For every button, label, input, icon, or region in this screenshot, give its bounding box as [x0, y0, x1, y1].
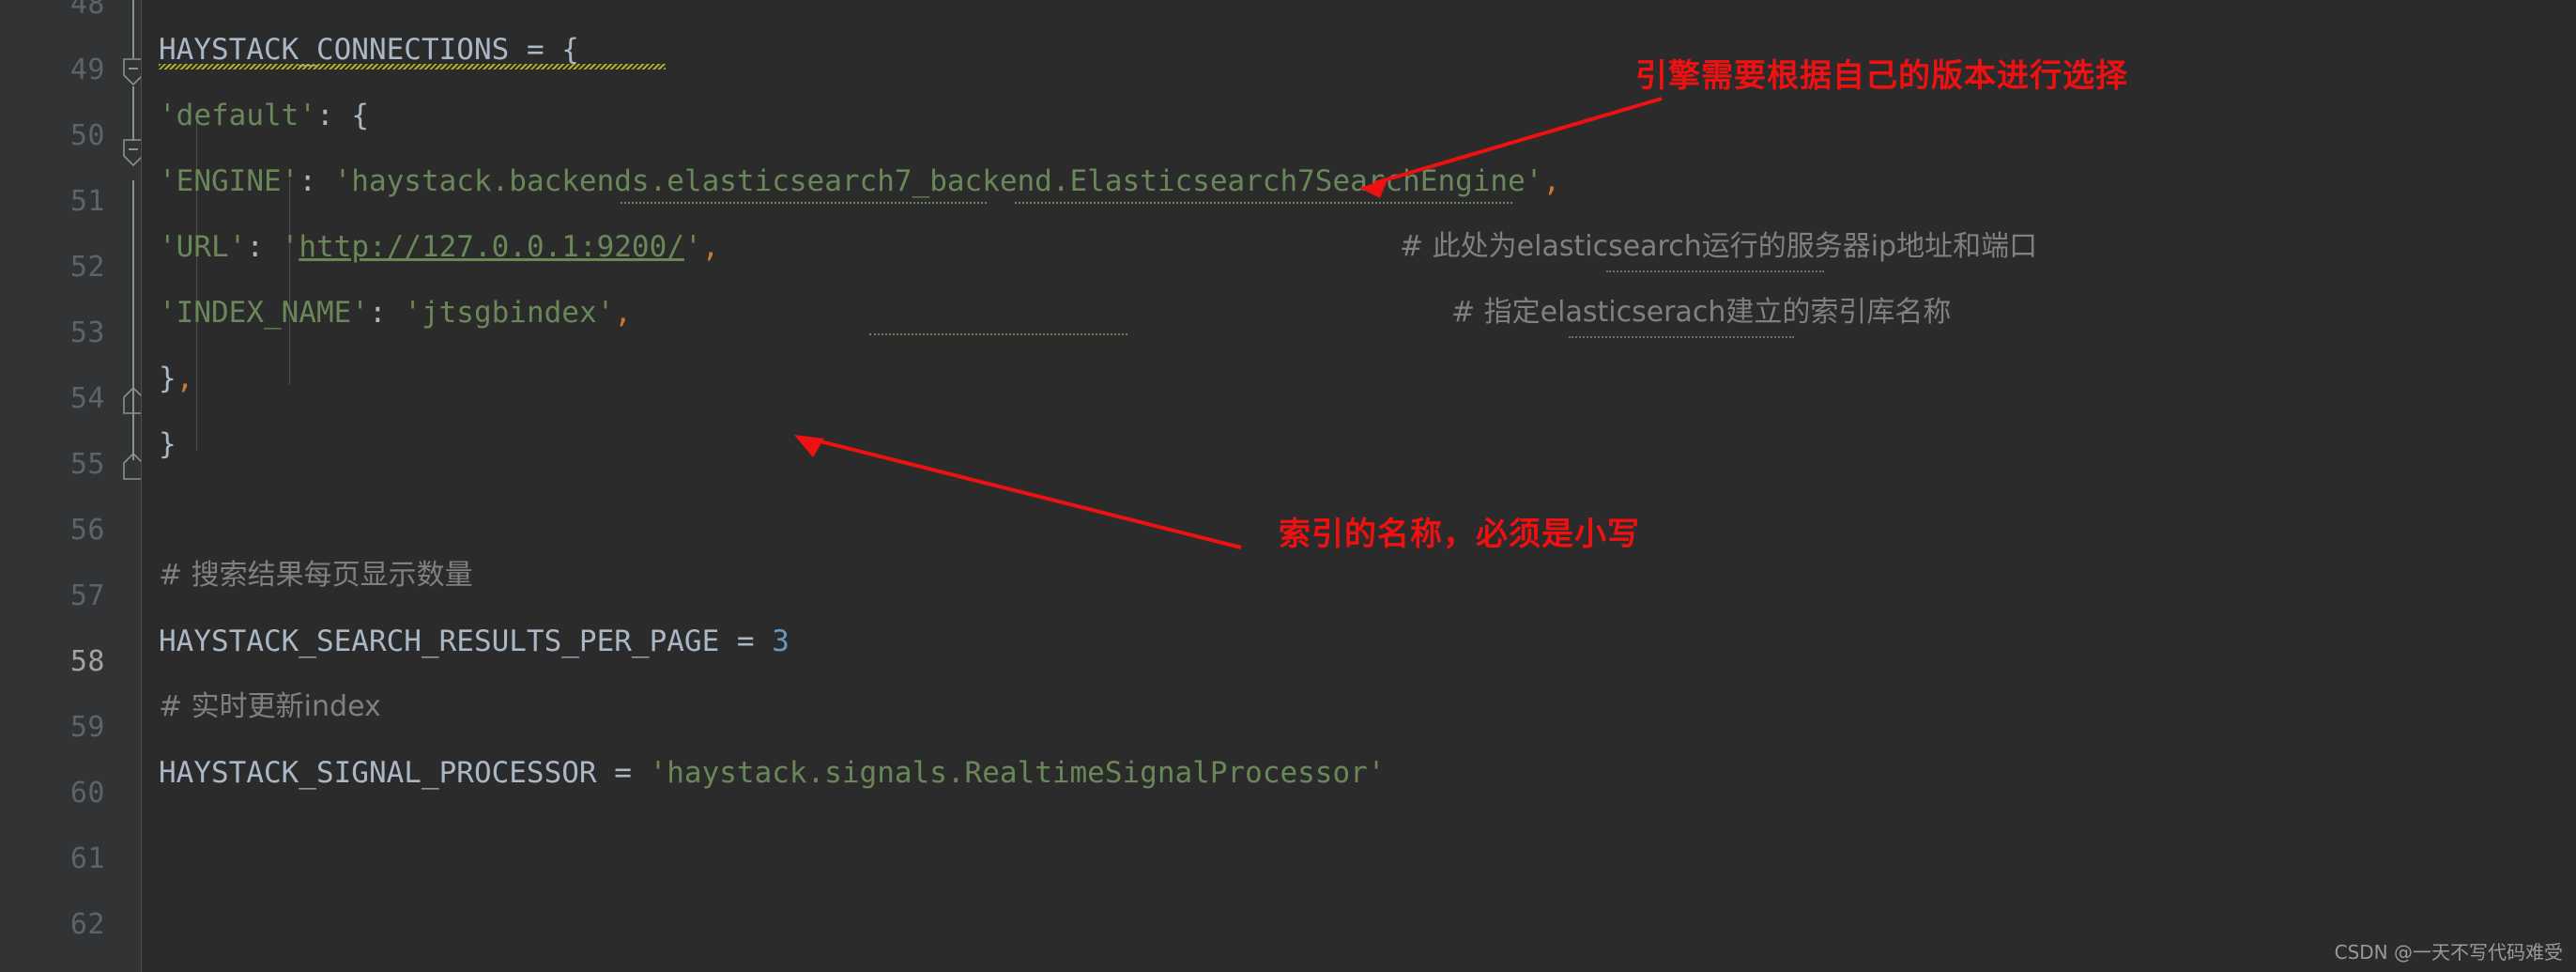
spellcheck-underline-line52 [1606, 268, 1824, 272]
annotation-engine-note: 引擎需要根据自己的版本进行选择 [1635, 57, 2128, 95]
csdn-watermark: CSDN @一天不写代码难受 [2334, 941, 2563, 964]
line-number-54: 54 [69, 382, 105, 415]
spellcheck-underline-line53 [869, 331, 1127, 335]
token-identifier-results-per-page: HAYSTACK_SEARCH_RESULTS_PER_PAGE [159, 625, 720, 658]
token-quote-open-53: ' [404, 296, 422, 330]
code-line-60: HAYSTACK_SIGNAL_PROCESSOR = 'haystack.si… [159, 740, 1385, 806]
token-identifier-haystack-connections: HAYSTACK_CONNECTIONS [159, 33, 510, 67]
token-comma-52: , [701, 230, 720, 264]
code-editor-screenshot: 48 49 50 51 52 53 54 55 56 57 58 59 60 6… [0, 0, 2576, 972]
annotation-index-note: 索引的名称，必须是小写 [1279, 516, 1640, 553]
line-number-56: 56 [69, 514, 105, 547]
token-quote-open-52: ' [281, 230, 299, 264]
code-line-59: # 实时更新index [159, 674, 381, 740]
fold-connector-top [132, 0, 134, 58]
token-quote-close-52: ' [683, 230, 702, 264]
line-number-51: 51 [69, 185, 105, 218]
comment-text-57: # 搜索结果每页显示数量 [159, 559, 473, 592]
token-colon-53: : [368, 296, 405, 330]
comment-text-59: # 实时更新index [159, 690, 381, 723]
code-line-53: 'INDEX_NAME': 'jtsgbindex', [159, 280, 632, 346]
annotation-arrow-index [794, 435, 1242, 549]
line-number-60: 60 [69, 777, 105, 810]
line-number-55: 55 [69, 448, 105, 481]
code-line-54: }, [159, 346, 193, 411]
code-line-57: # 搜索结果每页显示数量 [159, 543, 473, 609]
line-number-62: 62 [69, 908, 105, 941]
line-number-61: 61 [69, 842, 105, 875]
code-line-55: } [159, 411, 176, 477]
code-line-51: 'ENGINE': 'haystack.backends.elasticsear… [159, 148, 1560, 214]
token-colon-50: : [315, 99, 352, 132]
token-brace-open-50: { [351, 99, 369, 132]
spellcheck-underline-line51a [621, 199, 987, 204]
token-number-58: 3 [772, 625, 790, 658]
line-number-52: 52 [69, 251, 105, 284]
token-quote-close-53: ' [596, 296, 615, 330]
token-url-link[interactable]: http://127.0.0.1:9200/ [299, 230, 684, 264]
token-key-default: 'default' [159, 99, 316, 132]
code-line-49: HAYSTACK_CONNECTIONS = { [159, 17, 579, 83]
comment-text-52: # 此处为elasticsearch运行的服务器ip地址和端口 [1400, 230, 2038, 263]
annotation-arrow-engine [1359, 97, 1663, 198]
token-identifier-signal-processor: HAYSTACK_SIGNAL_PROCESSOR [159, 756, 597, 790]
token-value-signal-processor: 'haystack.signals.RealtimeSignalProcesso… [649, 756, 1386, 790]
token-brace-open-49: { [561, 33, 579, 67]
line-number-53: 53 [69, 316, 105, 349]
code-line-50: 'default': { [159, 83, 369, 148]
token-equals-58: = [719, 625, 773, 658]
warning-squiggle-line49 [159, 64, 666, 69]
token-brace-close-54: } [159, 362, 176, 395]
token-brace-close-55: } [159, 427, 176, 461]
token-key-index-name: 'INDEX_NAME' [159, 296, 369, 330]
code-line-58: HAYSTACK_SEARCH_RESULTS_PER_PAGE = 3 [159, 609, 790, 674]
token-equals-60: = [596, 756, 650, 790]
token-colon-52: : [246, 230, 282, 264]
code-line-52: 'URL': 'http://127.0.0.1:9200/', [159, 214, 719, 280]
token-equals-49: = [509, 33, 562, 67]
comment-text-53: # 指定elasticserach建立的索引库名称 [1451, 296, 1952, 329]
token-comma-54: , [176, 362, 194, 395]
editor-gutter[interactable]: 48 49 50 51 52 53 54 55 56 57 58 59 60 6… [0, 0, 141, 972]
token-key-engine: 'ENGINE' [159, 164, 299, 198]
token-comma-53: , [614, 296, 632, 330]
token-key-url: 'URL' [159, 230, 247, 264]
line-number-50: 50 [69, 119, 105, 152]
line-number-57: 57 [69, 579, 105, 612]
token-value-index-name: jtsgbindex [421, 296, 597, 330]
line-number-59: 59 [69, 711, 105, 744]
fold-connector-mid [132, 86, 134, 141]
spellcheck-underline-line53b [1569, 333, 1794, 338]
line-number-48: 48 [69, 0, 105, 21]
line-number-58: 58 [69, 645, 105, 678]
token-colon-51: : [299, 164, 334, 198]
line-number-49: 49 [69, 54, 105, 86]
